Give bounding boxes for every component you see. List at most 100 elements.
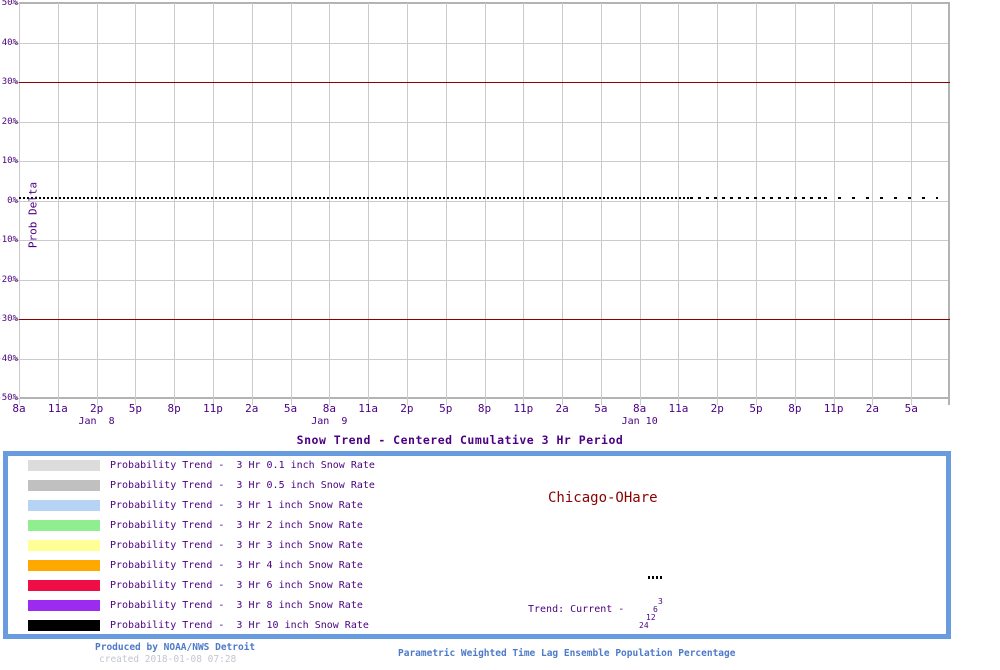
x-grid-line <box>368 3 370 405</box>
footer-created-timestamp: created 2018-01-08 07:28 <box>99 654 237 665</box>
trend-hour-24: 24 <box>639 621 649 630</box>
x-grid-line <box>639 3 641 405</box>
x-tick-label: 11p <box>823 402 844 415</box>
x-tick-label: 5a <box>594 402 608 415</box>
threshold-line <box>19 319 950 320</box>
x-tick-label: 8a <box>12 402 26 415</box>
x-tick-label: 11a <box>668 402 689 415</box>
x-grid-line <box>717 3 719 405</box>
x-tick-label: 5p <box>439 402 453 415</box>
trend-dot <box>656 576 658 579</box>
legend-swatch <box>28 540 100 551</box>
x-grid-line <box>600 3 602 405</box>
legend-item-label: Probability Trend - 3 Hr 2 inch Snow Rat… <box>110 520 363 531</box>
y-tick-label: -40% <box>0 353 18 364</box>
legend-item-label: Probability Trend - 3 Hr 0.1 inch Snow R… <box>110 460 375 471</box>
x-grid-line <box>19 3 20 405</box>
x-tick-label: 8p <box>167 402 181 415</box>
legend-swatch <box>28 500 100 511</box>
x-grid-line <box>911 3 913 405</box>
x-grid-line <box>406 3 408 405</box>
snow-trend-chart-image: 50%40%30%20%10%0%-10%-20%-30%-40%-50%8a1… <box>0 0 1000 670</box>
trend-dots <box>648 576 664 580</box>
y-tick-label: 10% <box>1 156 18 166</box>
legend-swatch <box>28 620 100 631</box>
y-tick-label: -10% <box>0 235 18 245</box>
zero-trend-line <box>19 197 690 199</box>
x-tick-label: 2a <box>555 402 569 415</box>
x-date-label: Jan 9 <box>311 416 348 427</box>
x-grid-line <box>445 3 447 405</box>
legend-item-label: Probability Trend - 3 Hr 8 inch Snow Rat… <box>110 600 363 611</box>
legend-item-label: Probability Trend - 3 Hr 6 inch Snow Rat… <box>110 580 363 591</box>
y-tick-label: -30% <box>0 314 18 324</box>
x-grid-line <box>794 3 796 405</box>
x-tick-label: 2p <box>710 402 724 415</box>
x-grid-line <box>290 3 292 405</box>
x-tick-label: 11p <box>203 402 223 415</box>
x-grid-line <box>562 3 564 405</box>
legend-item-label: Probability Trend - 3 Hr 1 inch Snow Rat… <box>110 500 363 511</box>
y-tick-label: 20% <box>1 116 18 127</box>
x-grid-line <box>523 3 525 405</box>
x-grid-line <box>948 3 950 405</box>
y-tick-label: 40% <box>1 37 18 48</box>
x-tick-label: 2a <box>865 402 880 415</box>
chart-title: Snow Trend - Centered Cumulative 3 Hr Pe… <box>296 433 624 447</box>
x-grid-line <box>135 3 137 405</box>
x-grid-line <box>251 3 253 405</box>
footer-produced-by: Produced by NOAA/NWS Detroit <box>95 642 256 653</box>
legend-item-label: Probability Trend - 3 Hr 4 inch Snow Rat… <box>110 560 363 571</box>
legend-swatch <box>28 600 100 611</box>
footer-description: Parametric Weighted Time Lag Ensemble Po… <box>398 648 736 659</box>
x-tick-label: 11p <box>513 402 534 415</box>
x-tick-label: 2p <box>89 402 104 415</box>
x-tick-label: 8p <box>477 402 492 415</box>
zero-trend-line <box>824 197 938 199</box>
legend-box: Probability Trend - 3 Hr 0.1 inch Snow R… <box>3 451 951 639</box>
x-tick-label: 5p <box>749 402 763 415</box>
legend-item-label: Probability Trend - 3 Hr 0.5 inch Snow R… <box>110 480 375 491</box>
x-tick-label: 2a <box>245 402 259 415</box>
x-tick-label: 11a <box>358 402 379 415</box>
x-tick-label: 8p <box>788 402 802 415</box>
x-tick-label: 5p <box>128 402 142 415</box>
y-tick-label: -20% <box>0 274 18 285</box>
legend-swatch <box>28 460 100 471</box>
x-grid-line <box>872 3 874 405</box>
x-grid-line <box>212 3 214 405</box>
x-tick-label: 8a <box>633 402 647 415</box>
trend-dot <box>660 576 662 579</box>
x-tick-label: 8a <box>322 402 336 415</box>
legend-swatch <box>28 580 100 591</box>
x-grid-line <box>678 3 680 405</box>
threshold-line <box>19 82 950 83</box>
station-label: Chicago-OHare <box>548 490 658 506</box>
trend-hour-3: 3 <box>658 597 663 606</box>
x-tick-label: 5a <box>283 402 298 415</box>
x-grid-line <box>57 3 59 405</box>
trend-dot <box>652 576 654 579</box>
y-tick-label: 50% <box>1 0 18 8</box>
x-grid-line <box>329 3 331 405</box>
x-date-label: Jan 10 <box>621 416 658 427</box>
y-tick-label: 30% <box>1 77 18 87</box>
x-tick-label: 2p <box>400 402 414 415</box>
x-grid-line <box>484 3 486 405</box>
legend-swatch <box>28 560 100 571</box>
trend-current-label: Trend: Current - <box>528 604 625 615</box>
legend-item-label: Probability Trend - 3 Hr 10 inch Snow Ra… <box>110 620 369 631</box>
x-grid-line <box>174 3 176 405</box>
x-grid-line <box>96 3 98 405</box>
zero-trend-line <box>690 197 824 199</box>
legend-swatch <box>28 480 100 491</box>
x-date-label: Jan 8 <box>78 416 115 427</box>
trend-dot <box>648 576 650 579</box>
x-tick-label: 5a <box>904 402 918 415</box>
legend-item-label: Probability Trend - 3 Hr 3 inch Snow Rat… <box>110 540 363 551</box>
x-grid-line <box>756 3 758 405</box>
legend-swatch <box>28 520 100 531</box>
y-axis-title: Prob Delta <box>26 181 40 249</box>
y-tick-label: 0% <box>7 195 18 206</box>
x-grid-line <box>833 3 835 405</box>
